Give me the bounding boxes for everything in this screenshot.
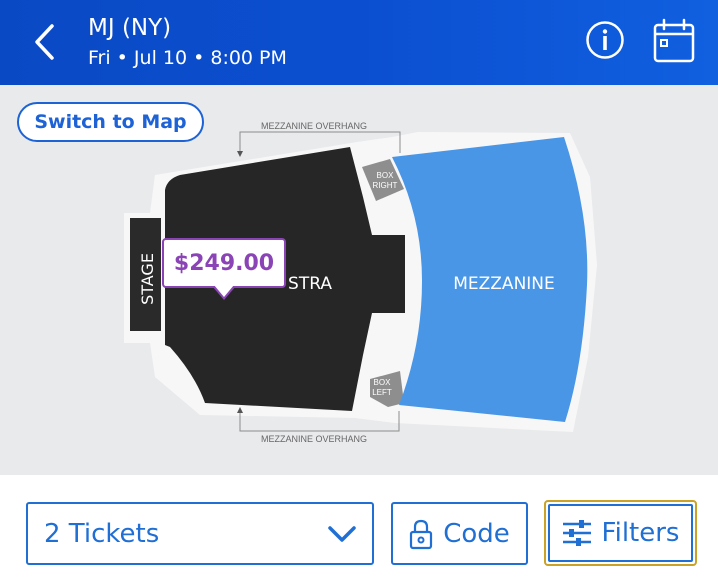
event-datetime: Fri • Jul 10 • 8:00 PM bbox=[88, 47, 287, 69]
filters-button[interactable]: Filters bbox=[544, 500, 697, 566]
seat-map: MEZZANINE OVERHANG MEZZANINE OVERHANG ST… bbox=[124, 121, 597, 444]
overhang-top-label: MEZZANINE OVERHANG bbox=[261, 121, 367, 131]
box-left-label: BOX bbox=[374, 378, 392, 387]
info-button[interactable] bbox=[585, 20, 625, 60]
filters-button-inner: Filters bbox=[548, 504, 693, 562]
calendar-icon bbox=[653, 18, 695, 63]
ticket-quantity-label: 2 Tickets bbox=[44, 518, 160, 549]
switch-to-map-button[interactable]: Switch to Map bbox=[17, 102, 204, 142]
box-right-label: BOX bbox=[377, 171, 395, 180]
price-tooltip-arrow-fill bbox=[214, 285, 234, 297]
app-header: MJ (NY) Fri • Jul 10 • 8:00 PM bbox=[0, 0, 718, 85]
lock-icon bbox=[410, 519, 433, 549]
chevron-left-icon bbox=[35, 24, 54, 60]
price-tooltip: $249.00 bbox=[162, 238, 286, 288]
sliders-icon bbox=[562, 520, 591, 546]
code-button[interactable]: Code bbox=[391, 502, 528, 565]
back-button[interactable] bbox=[22, 18, 66, 66]
ticket-quantity-select[interactable]: 2 Tickets bbox=[26, 502, 374, 565]
event-title: MJ (NY) bbox=[88, 15, 172, 41]
calendar-button[interactable] bbox=[652, 18, 696, 64]
code-label: Code bbox=[443, 518, 510, 549]
chevron-down-icon bbox=[328, 525, 356, 542]
orchestra-label: STRA bbox=[288, 274, 332, 294]
stage-label: STAGE bbox=[138, 253, 157, 305]
mezzanine-label: MEZZANINE bbox=[453, 274, 555, 294]
info-circle-icon bbox=[586, 21, 624, 59]
box-right-label-2: RIGHT bbox=[373, 181, 398, 190]
box-left-label-2: LEFT bbox=[372, 388, 392, 397]
filters-label: Filters bbox=[601, 518, 680, 548]
overhang-bottom-label: MEZZANINE OVERHANG bbox=[261, 434, 367, 444]
